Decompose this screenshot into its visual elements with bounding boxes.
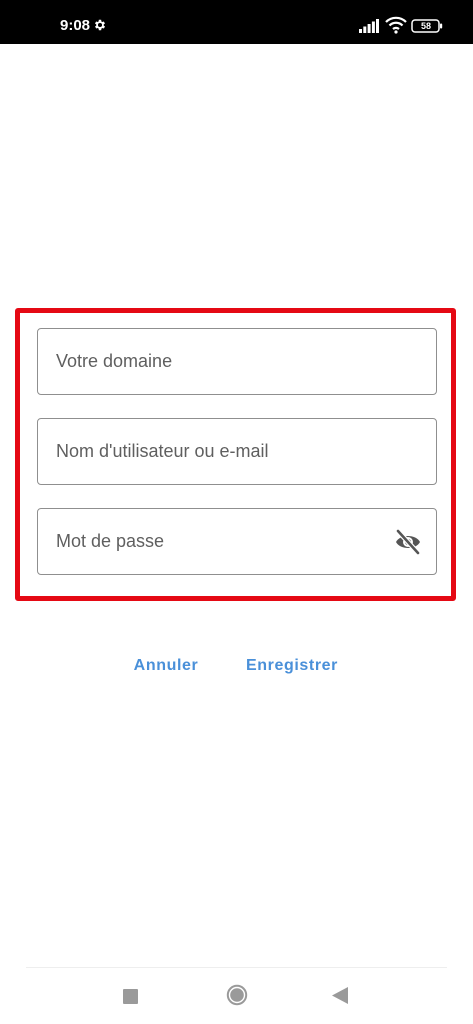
save-button[interactable]: Enregistrer [236, 652, 348, 680]
status-bar: 9:08 58 [0, 0, 473, 44]
wifi-icon [385, 16, 407, 34]
username-field-container [37, 418, 437, 485]
nav-divider [26, 967, 447, 968]
gear-icon [94, 19, 106, 31]
domain-field[interactable] [38, 329, 436, 394]
password-field[interactable] [38, 509, 436, 574]
status-time: 9:08 [60, 17, 91, 34]
domain-field-container [37, 328, 437, 395]
eye-off-icon[interactable] [394, 529, 422, 555]
home-icon[interactable] [226, 984, 248, 1006]
username-field[interactable] [38, 419, 436, 484]
login-screen: 9:08 58 Votre domaine Nom d'utilisateur … [0, 0, 473, 1024]
back-icon[interactable] [331, 986, 349, 1005]
recents-icon[interactable] [123, 989, 138, 1004]
cancel-button[interactable]: Annuler [126, 652, 206, 680]
password-field-container [37, 508, 437, 575]
signal-icon [359, 19, 379, 33]
battery-level: 58 [420, 21, 431, 31]
